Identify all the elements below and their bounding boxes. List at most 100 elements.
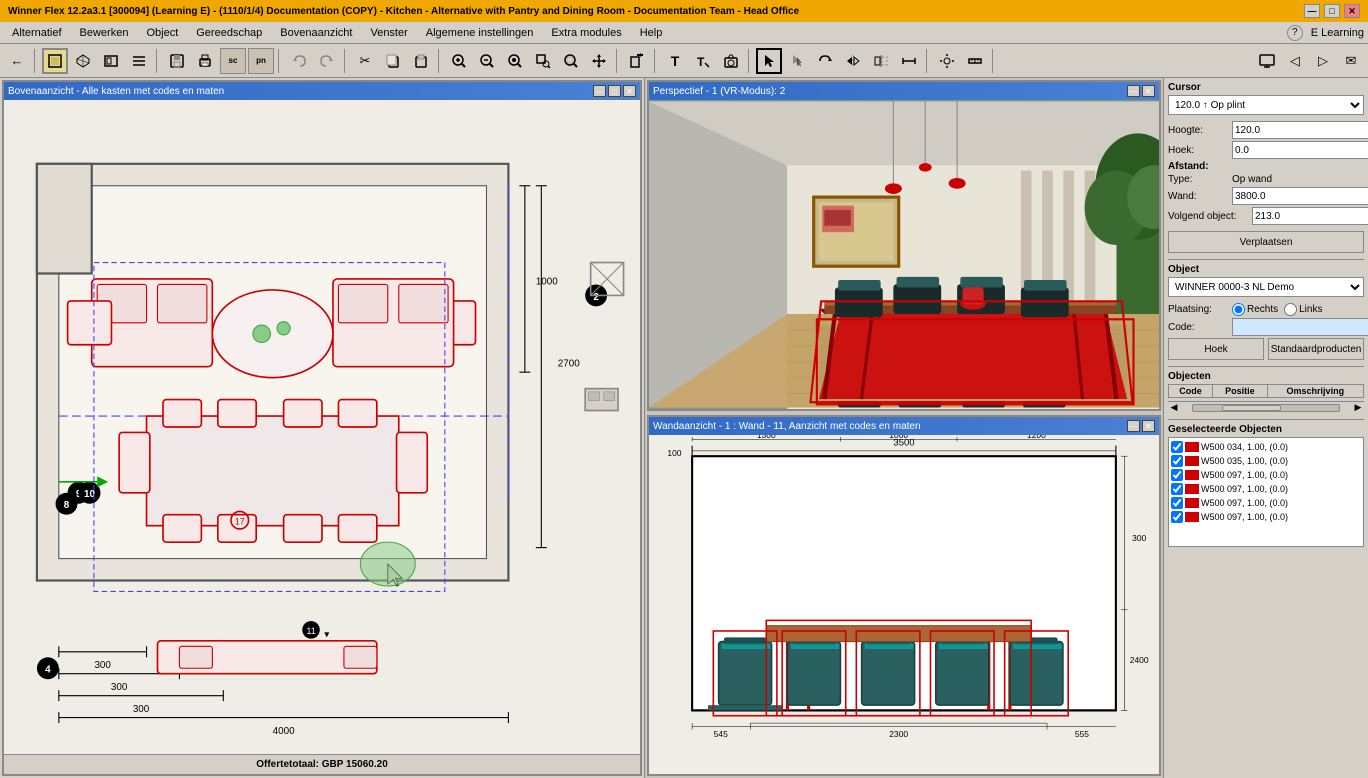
links-radio[interactable]	[1284, 303, 1297, 316]
hoek-label: Hoek:	[1168, 145, 1228, 156]
volgend-input[interactable]	[1252, 207, 1368, 225]
hoogte-row: Hoogte:	[1168, 121, 1364, 139]
wv-minimize-btn[interactable]: —	[1127, 420, 1140, 432]
text-edit-button[interactable]: T	[690, 48, 716, 74]
multiselect-button[interactable]	[784, 48, 810, 74]
sel-obj-cb-4[interactable]	[1171, 497, 1183, 509]
sel-obj-cb-3[interactable]	[1171, 483, 1183, 495]
help-circle-icon[interactable]: ?	[1287, 25, 1303, 41]
copy-button[interactable]	[380, 48, 406, 74]
arrow-right-button[interactable]: ▷	[1310, 48, 1336, 74]
menu-help[interactable]: Help	[632, 25, 671, 41]
zoom-area-button[interactable]	[530, 48, 556, 74]
elearning-label[interactable]: E Learning	[1311, 27, 1364, 39]
3d-view-button[interactable]	[70, 48, 96, 74]
insert-button[interactable]	[624, 48, 650, 74]
zoom-fit-button[interactable]	[502, 48, 528, 74]
settings-button[interactable]	[934, 48, 960, 74]
sel-obj-cb-2[interactable]	[1171, 469, 1183, 481]
menu-gereedschap[interactable]: Gereedschap	[188, 25, 270, 41]
toolbar-sep-3	[278, 49, 282, 73]
text-button[interactable]: T	[662, 48, 688, 74]
floorplan-window: Bovenaanzicht - Alle kasten met codes en…	[2, 80, 642, 776]
menu-venster[interactable]: Venster	[362, 25, 415, 41]
object-dropdown[interactable]: WINNER 0000-3 NL Demo	[1168, 277, 1364, 297]
svg-text:8: 8	[64, 500, 70, 511]
dimension-button[interactable]	[896, 48, 922, 74]
menu-bewerken[interactable]: Bewerken	[72, 25, 137, 41]
v3d-minimize-btn[interactable]: —	[1127, 85, 1140, 97]
v3d-close-btn[interactable]: ✕	[1142, 85, 1155, 97]
hoek-button[interactable]: Hoek	[1168, 338, 1264, 360]
menu-bovenaanzicht[interactable]: Bovenaanzicht	[272, 25, 360, 41]
floorplan-content[interactable]: 8 4 9 10 2 17	[4, 100, 640, 754]
view-3d-content[interactable]	[649, 100, 1159, 409]
select-button[interactable]	[756, 48, 782, 74]
hoek-input[interactable]	[1232, 141, 1368, 159]
zoom-out-button[interactable]	[474, 48, 500, 74]
scroll-right-btn[interactable]: ▶	[1352, 402, 1364, 413]
plaatsing-radios: Rechts Links	[1232, 303, 1322, 316]
measure-button[interactable]	[962, 48, 988, 74]
minimize-button[interactable]: —	[1304, 4, 1320, 18]
save-button[interactable]	[164, 48, 190, 74]
close-button[interactable]: ✕	[1344, 4, 1360, 18]
rechts-radio[interactable]	[1232, 303, 1245, 316]
wand-input[interactable]	[1232, 187, 1368, 205]
undo-button[interactable]	[286, 48, 312, 74]
zoom-all-button[interactable]	[558, 48, 584, 74]
flip-button[interactable]	[840, 48, 866, 74]
menu-alternatief[interactable]: Alternatief	[4, 25, 70, 41]
redo-button[interactable]	[314, 48, 340, 74]
print-button[interactable]	[192, 48, 218, 74]
back-button[interactable]: ←	[4, 48, 30, 74]
sel-obj-icon-1	[1185, 456, 1199, 466]
selected-objects-scroll[interactable]: W500 034, 1.00, (0.0) W500 035, 1.00, (0…	[1168, 437, 1364, 547]
menu-algemene[interactable]: Algemene instellingen	[418, 25, 542, 41]
menu-extra[interactable]: Extra modules	[543, 25, 629, 41]
maximize-button[interactable]: □	[1324, 4, 1340, 18]
cut-button[interactable]: ✂	[352, 48, 378, 74]
fp-maximize-btn[interactable]: □	[608, 85, 621, 97]
monitor-button[interactable]	[1254, 48, 1280, 74]
arrow-left-button[interactable]: ◁	[1282, 48, 1308, 74]
sel-obj-cb-1[interactable]	[1171, 455, 1183, 467]
scroll-thumb[interactable]	[1222, 405, 1280, 411]
svg-text:2300: 2300	[889, 729, 908, 739]
pan-button[interactable]	[586, 48, 612, 74]
cursor-dropdown[interactable]: 120.0 ↑ Op plint	[1168, 95, 1364, 115]
hoogte-label: Hoogte:	[1168, 125, 1228, 136]
fp-close-btn[interactable]: ✕	[623, 85, 636, 97]
wall-view-content[interactable]: 3500 1300 1000 1200 545	[649, 435, 1159, 774]
volgend-label: Volgend object:	[1168, 211, 1248, 222]
envelope-button[interactable]: ✉	[1338, 48, 1364, 74]
code-input[interactable]	[1232, 318, 1368, 336]
scroll-track[interactable]	[1192, 404, 1340, 412]
objecten-scrollbar[interactable]: ◀ ▶	[1168, 401, 1364, 413]
col-code: Code	[1169, 385, 1213, 398]
hoogte-input[interactable]	[1232, 121, 1368, 139]
pn-button[interactable]: pn	[248, 48, 274, 74]
fp-minimize-btn[interactable]: —	[593, 85, 606, 97]
scroll-left-btn[interactable]: ◀	[1168, 402, 1180, 413]
list-view-button[interactable]	[126, 48, 152, 74]
wv-close-btn[interactable]: ✕	[1142, 420, 1155, 432]
left-panel: Bovenaanzicht - Alle kasten met codes en…	[0, 78, 645, 778]
sc-button[interactable]: sc	[220, 48, 246, 74]
wand-row: Wand:	[1168, 187, 1364, 205]
top-view-button[interactable]	[42, 48, 68, 74]
front-view-button[interactable]	[98, 48, 124, 74]
svg-text:100: 100	[667, 448, 681, 458]
menu-object[interactable]: Object	[138, 25, 186, 41]
standaard-button[interactable]: Standaardproducten	[1268, 338, 1364, 360]
zoom-in-button[interactable]	[446, 48, 472, 74]
paste-button[interactable]	[408, 48, 434, 74]
rotate-button[interactable]	[812, 48, 838, 74]
verplaatsen-button[interactable]: Verplaatsen	[1168, 231, 1364, 253]
sel-obj-cb-5[interactable]	[1171, 511, 1183, 523]
view-3d-title: Perspectief - 1 (VR-Modus): 2	[653, 86, 785, 97]
sel-obj-cb-0[interactable]	[1171, 441, 1183, 453]
mirror-button[interactable]	[868, 48, 894, 74]
svg-text:2700: 2700	[558, 359, 580, 370]
camera-button[interactable]	[718, 48, 744, 74]
